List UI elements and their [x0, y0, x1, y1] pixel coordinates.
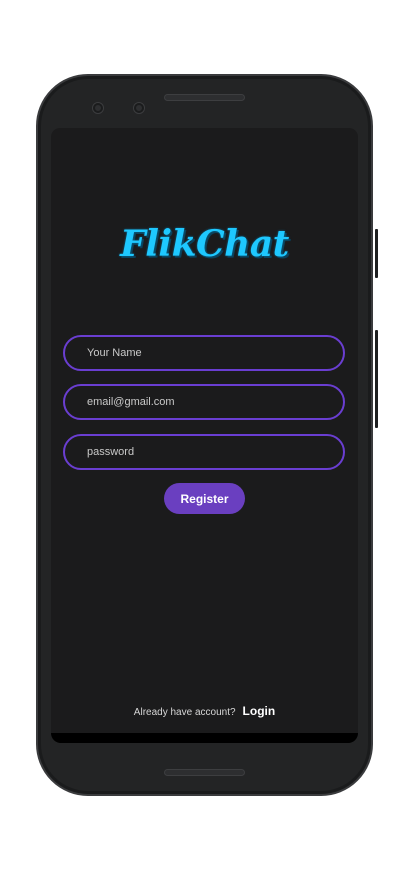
password-field[interactable]: [63, 434, 345, 470]
password-input[interactable]: [87, 446, 343, 458]
device-stage: FlikChat Register Already have account? …: [0, 0, 412, 870]
login-link[interactable]: Login: [243, 704, 276, 718]
name-field[interactable]: [63, 335, 345, 371]
system-nav-bar: [51, 733, 358, 743]
bottom-speaker: [165, 770, 244, 775]
front-camera-icon: [93, 103, 103, 113]
login-prompt: Already have account? Login: [51, 704, 358, 718]
power-button-hardware: [375, 229, 378, 278]
name-input[interactable]: [87, 347, 343, 359]
register-button[interactable]: Register: [164, 483, 245, 514]
earpiece-speaker: [165, 95, 244, 100]
app-logo: FlikChat: [120, 223, 289, 265]
account-prompt-text: Already have account?: [133, 707, 236, 718]
app-screen: FlikChat Register Already have account? …: [51, 128, 358, 743]
sensor-icon: [134, 103, 144, 113]
email-input[interactable]: [87, 396, 343, 408]
volume-button-hardware: [375, 330, 378, 428]
email-field[interactable]: [63, 384, 345, 420]
